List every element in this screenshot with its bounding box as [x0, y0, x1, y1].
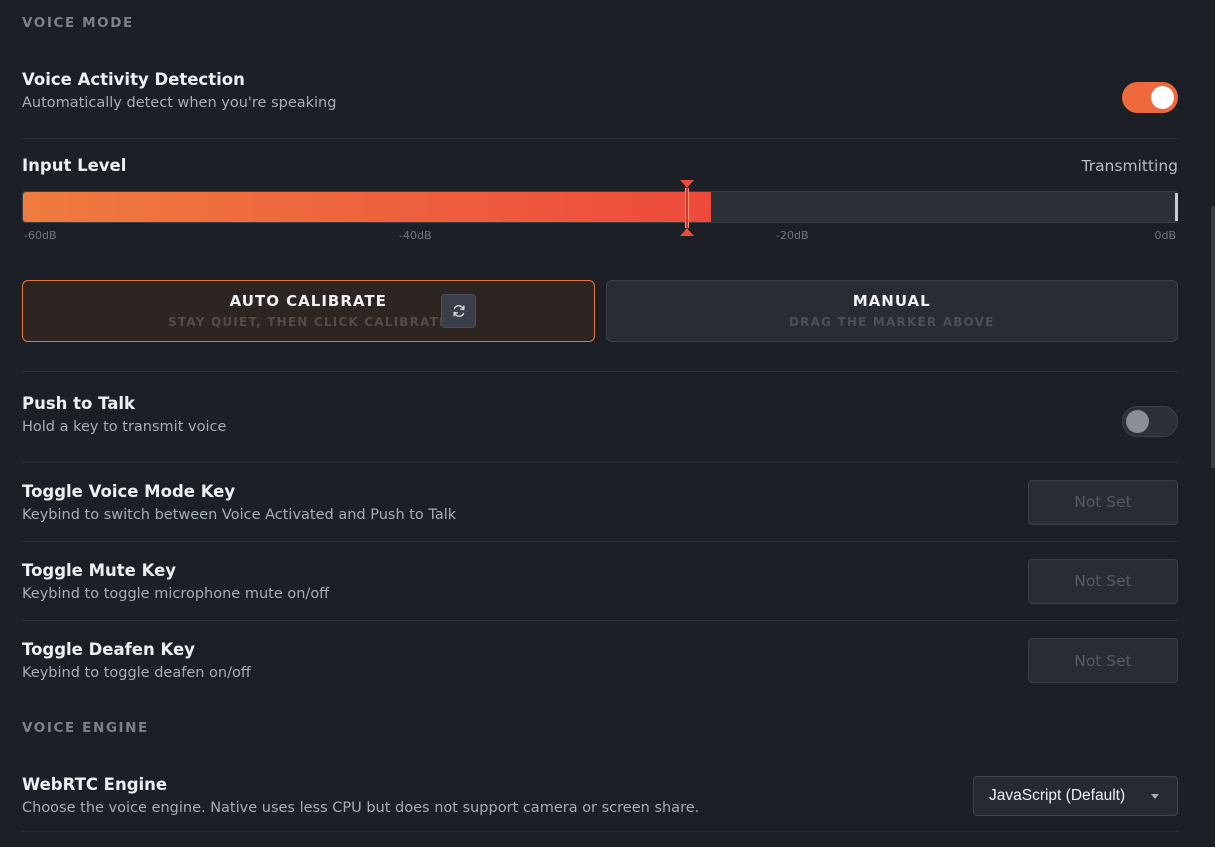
webrtc-title: WebRTC Engine [22, 775, 168, 794]
section-title-voice-engine: VOICE ENGINE [22, 720, 149, 736]
keybind-description: Keybind to toggle microphone mute on/off [22, 585, 330, 602]
scrollbar-thumb[interactable] [1211, 206, 1215, 468]
tick-label: -40dB [399, 229, 432, 242]
calibrate-button[interactable] [441, 294, 476, 328]
marker-line [684, 188, 689, 228]
vad-toggle[interactable] [1122, 82, 1178, 113]
divider [22, 371, 1178, 372]
input-level-fill [23, 192, 711, 222]
keybind-button-mute[interactable]: Not Set [1028, 558, 1178, 604]
input-level-title: Input Level [22, 156, 127, 175]
chevron-down-icon [1151, 793, 1159, 799]
keybind-title: Toggle Deafen Key [22, 640, 195, 659]
ptt-description: Hold a key to transmit voice [22, 419, 227, 435]
vad-description: Automatically detect when you're speakin… [22, 95, 337, 111]
tick-label: -60dB [24, 229, 57, 242]
marker-top-arrow [679, 180, 694, 188]
refresh-icon [452, 305, 465, 317]
keybind-row-mute: Toggle Mute Key Keybind to toggle microp… [22, 542, 1178, 621]
keybind-text: Toggle Mute Key Keybind to toggle microp… [22, 561, 329, 602]
transmit-status: Transmitting [1081, 156, 1179, 175]
vad-setting-row: Voice Activity Detection Automatically d… [22, 64, 1178, 139]
threshold-marker[interactable] [679, 180, 694, 236]
tick-label: 0dB [1154, 229, 1176, 242]
keybind-description: Keybind to toggle deafen on/off [22, 665, 251, 681]
manual-calibrate-card[interactable]: MANUAL DRAG THE MARKER ABOVE [605, 280, 1178, 342]
input-level-header: Input Level Transmitting [22, 156, 1178, 175]
scrollbar-track[interactable] [1210, 0, 1215, 847]
webrtc-text: WebRTC Engine Choose the voice engine. N… [22, 775, 699, 816]
vad-text: Voice Activity Detection Automatically d… [22, 64, 336, 111]
keybind-description: Keybind to switch between Voice Activate… [22, 506, 457, 523]
manual-title: MANUAL [852, 292, 931, 310]
webrtc-engine-value: JavaScript (Default) [989, 786, 1126, 804]
keybind-row-deafen: Toggle Deafen Key Keybind to toggle deaf… [22, 621, 1178, 700]
tick-label: -20dB [776, 229, 809, 242]
auto-calibrate-card[interactable]: AUTO CALIBRATE STAY QUIET, THEN CLICK CA… [22, 280, 595, 342]
keybind-title: Toggle Mute Key [22, 560, 177, 580]
level-ticks: -60dB -40dB -20dB 0dB [22, 229, 1178, 245]
meter-end-cap [1175, 193, 1178, 221]
keybind-button-deafen[interactable]: Not Set [1028, 638, 1178, 683]
vad-toggle-knob [1151, 86, 1174, 109]
keybind-button-voice-mode[interactable]: Not Set [1028, 479, 1178, 525]
webrtc-description: Choose the voice engine. Native uses les… [22, 800, 700, 816]
ptt-toggle-knob [1126, 410, 1149, 433]
keybind-title: Toggle Voice Mode Key [22, 481, 236, 501]
ptt-setting-row: Push to Talk Hold a key to transmit voic… [22, 388, 1178, 463]
webrtc-engine-select[interactable]: JavaScript (Default) [973, 775, 1178, 816]
manual-subtitle: DRAG THE MARKER ABOVE [789, 315, 995, 329]
auto-calibrate-subtitle: STAY QUIET, THEN CLICK CALIBRATE [168, 315, 449, 329]
input-level-meter [22, 180, 1178, 236]
webrtc-setting-row: WebRTC Engine Choose the voice engine. N… [22, 760, 1178, 832]
keybind-text: Toggle Voice Mode Key Keybind to switch … [22, 482, 456, 523]
vad-title: Voice Activity Detection [22, 70, 245, 89]
section-title-voice-mode: VOICE MODE [22, 15, 134, 31]
auto-calibrate-title: AUTO CALIBRATE [229, 292, 387, 310]
ptt-title: Push to Talk [22, 394, 136, 413]
keybind-text: Toggle Deafen Key Keybind to toggle deaf… [22, 640, 251, 681]
calibration-mode-cards: AUTO CALIBRATE STAY QUIET, THEN CLICK CA… [22, 280, 1178, 342]
input-level-block: Input Level Transmitting -60dB -40dB -20… [22, 156, 1178, 342]
ptt-toggle[interactable] [1122, 406, 1178, 437]
keybind-row-voice-mode: Toggle Voice Mode Key Keybind to switch … [22, 463, 1178, 542]
ptt-text: Push to Talk Hold a key to transmit voic… [22, 388, 226, 435]
